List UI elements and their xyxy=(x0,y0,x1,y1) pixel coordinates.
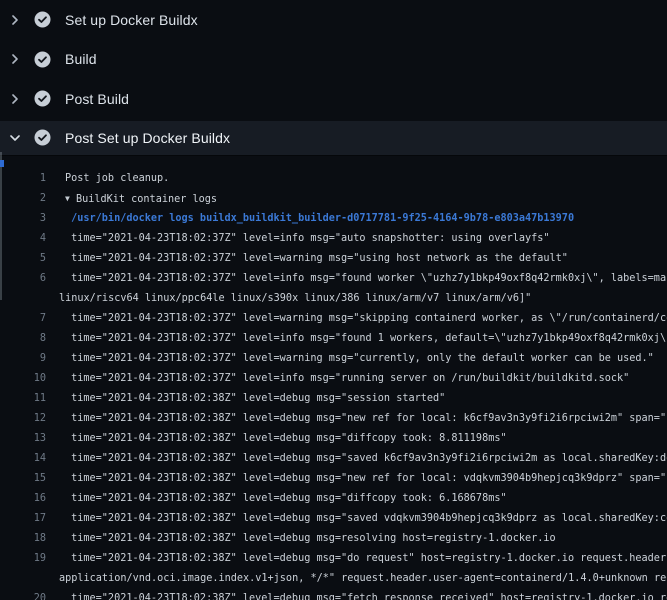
chevron-right-icon xyxy=(8,13,22,27)
step-label: Post Set up Docker Buildx xyxy=(65,130,230,146)
log-line-number[interactable] xyxy=(0,569,46,589)
log-line-text: time="2021-04-23T18:02:38Z" level=debug … xyxy=(59,429,667,449)
chevron-down-icon xyxy=(8,131,22,145)
log-line: linux/riscv64 linux/ppc64le linux/s390x … xyxy=(0,289,667,309)
log-line-text: time="2021-04-23T18:02:37Z" level=info m… xyxy=(59,229,667,249)
log-line-text: application/vnd.oci.image.index.v1+json,… xyxy=(59,569,667,589)
step-row-post-build[interactable]: Post Build xyxy=(0,79,667,119)
log-line: 11 time="2021-04-23T18:02:38Z" level=deb… xyxy=(0,389,667,409)
log-line-text: time="2021-04-23T18:02:37Z" level=warnin… xyxy=(59,309,667,329)
log-line-number[interactable]: 17 xyxy=(0,509,46,529)
log-line: 16 time="2021-04-23T18:02:38Z" level=deb… xyxy=(0,489,667,509)
log-line-text: time="2021-04-23T18:02:38Z" level=debug … xyxy=(59,529,667,549)
log-line-text: time="2021-04-23T18:02:38Z" level=debug … xyxy=(59,509,667,529)
log-line-number[interactable]: 8 xyxy=(0,329,46,349)
log-line-number[interactable]: 11 xyxy=(0,389,46,409)
log-line-number[interactable]: 9 xyxy=(0,349,46,369)
log-line-number[interactable]: 4 xyxy=(0,229,46,249)
log-line-number[interactable]: 3 xyxy=(0,209,46,229)
log-line-number[interactable] xyxy=(0,289,46,309)
log-line-number[interactable]: 20 xyxy=(0,589,46,600)
log-line: 15 time="2021-04-23T18:02:38Z" level=deb… xyxy=(0,469,667,489)
log-line-number[interactable]: 13 xyxy=(0,429,46,449)
log-line-number[interactable]: 10 xyxy=(0,369,46,389)
log-line: 18 time="2021-04-23T18:02:38Z" level=deb… xyxy=(0,529,667,549)
log-line-number[interactable]: 7 xyxy=(0,309,46,329)
log-line-text: linux/riscv64 linux/ppc64le linux/s390x … xyxy=(59,289,667,309)
chevron-right-icon xyxy=(8,52,22,66)
log-line-number[interactable]: 18 xyxy=(0,529,46,549)
actions-log-panel: Set up Docker Buildx Build Post Build Po… xyxy=(0,0,667,600)
log-line: 10 time="2021-04-23T18:02:37Z" level=inf… xyxy=(0,369,667,389)
log-line: 1 Post job cleanup. xyxy=(0,169,667,189)
log-line-text: time="2021-04-23T18:02:37Z" level=info m… xyxy=(59,269,667,289)
log-line-number[interactable]: 12 xyxy=(0,409,46,429)
log-line-number[interactable]: 14 xyxy=(0,449,46,469)
log-line-text: /usr/bin/docker logs buildx_buildkit_bui… xyxy=(59,209,667,229)
log-line-number[interactable]: 5 xyxy=(0,249,46,269)
log-line-number[interactable]: 15 xyxy=(0,469,46,489)
log-line-text: time="2021-04-23T18:02:38Z" level=debug … xyxy=(59,489,667,509)
step-label: Build xyxy=(65,51,97,67)
log-line-text: time="2021-04-23T18:02:37Z" level=warnin… xyxy=(59,249,667,269)
log-line-text: time="2021-04-23T18:02:38Z" level=debug … xyxy=(59,389,667,409)
step-label: Post Build xyxy=(65,91,129,107)
log-line-text: time="2021-04-23T18:02:38Z" level=debug … xyxy=(59,449,667,469)
log-line-number[interactable]: 1 xyxy=(0,169,46,189)
step-row-setup-docker-buildx[interactable]: Set up Docker Buildx xyxy=(0,0,667,40)
log-line: application/vnd.oci.image.index.v1+json,… xyxy=(0,569,667,589)
log-line-text[interactable]: ▼ BuildKit container logs xyxy=(59,189,667,209)
log-line: 4 time="2021-04-23T18:02:37Z" level=info… xyxy=(0,229,667,249)
log-line: 9 time="2021-04-23T18:02:37Z" level=warn… xyxy=(0,349,667,369)
log-line-text: time="2021-04-23T18:02:37Z" level=info m… xyxy=(59,369,667,389)
log-line-text: time="2021-04-23T18:02:38Z" level=debug … xyxy=(59,409,667,429)
scroll-position-indicator xyxy=(0,160,4,167)
chevron-right-icon xyxy=(8,92,22,106)
log-line: 5 time="2021-04-23T18:02:37Z" level=warn… xyxy=(0,249,667,269)
log-line-number[interactable]: 6 xyxy=(0,269,46,289)
log-line-text: Post job cleanup. xyxy=(59,169,667,189)
log-line: 6 time="2021-04-23T18:02:37Z" level=info… xyxy=(0,269,667,289)
log-line-text: time="2021-04-23T18:02:38Z" level=debug … xyxy=(59,589,667,600)
log-lines: 1 Post job cleanup. 2 ▼ BuildKit contain… xyxy=(0,156,667,600)
log-line-text: time="2021-04-23T18:02:37Z" level=info m… xyxy=(59,329,667,349)
log-line-text: time="2021-04-23T18:02:37Z" level=warnin… xyxy=(59,349,667,369)
log-line: 3 /usr/bin/docker logs buildx_buildkit_b… xyxy=(0,209,667,229)
step-row-post-setup-docker-buildx[interactable]: Post Set up Docker Buildx xyxy=(0,121,667,156)
check-circle-icon xyxy=(34,11,51,28)
log-line: 20 time="2021-04-23T18:02:38Z" level=deb… xyxy=(0,589,667,600)
log-line: 2 ▼ BuildKit container logs xyxy=(0,189,667,209)
log-line: 8 time="2021-04-23T18:02:37Z" level=info… xyxy=(0,329,667,349)
log-line: 13 time="2021-04-23T18:02:38Z" level=deb… xyxy=(0,429,667,449)
log-line-number[interactable]: 19 xyxy=(0,549,46,569)
log-line: 7 time="2021-04-23T18:02:37Z" level=warn… xyxy=(0,309,667,329)
log-line-number[interactable]: 2 xyxy=(0,189,46,209)
check-circle-icon xyxy=(34,90,51,107)
log-line-text: time="2021-04-23T18:02:38Z" level=debug … xyxy=(59,549,667,569)
log-line-number[interactable]: 16 xyxy=(0,489,46,509)
log-line: 12 time="2021-04-23T18:02:38Z" level=deb… xyxy=(0,409,667,429)
check-circle-icon xyxy=(34,51,51,68)
log-line-text: time="2021-04-23T18:02:38Z" level=debug … xyxy=(59,469,667,489)
step-label: Set up Docker Buildx xyxy=(65,12,198,28)
check-circle-icon xyxy=(34,129,51,146)
log-group-expander-icon[interactable]: ▼ xyxy=(65,189,70,209)
scrollbar-thumb[interactable] xyxy=(0,152,2,300)
step-row-build[interactable]: Build xyxy=(0,40,667,80)
log-line: 19 time="2021-04-23T18:02:38Z" level=deb… xyxy=(0,549,667,569)
log-line: 14 time="2021-04-23T18:02:38Z" level=deb… xyxy=(0,449,667,469)
log-line: 17 time="2021-04-23T18:02:38Z" level=deb… xyxy=(0,509,667,529)
